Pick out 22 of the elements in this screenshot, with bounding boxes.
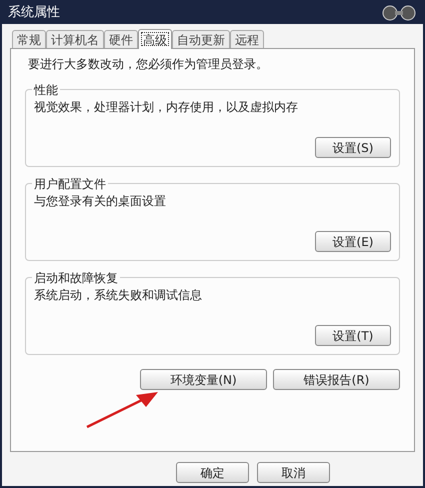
group-description: 系统启动，系统失败和调试信息 [34, 287, 203, 304]
group-title: 用户配置文件 [32, 175, 108, 193]
panel-button[interactable]: 错误报告(R) [273, 369, 400, 390]
tab[interactable]: 计算机名 [46, 30, 104, 48]
settings-button[interactable]: 设置(S) [315, 137, 391, 158]
settings-button[interactable]: 设置(E) [315, 231, 391, 252]
window-controls-icon[interactable] [381, 5, 417, 21]
group-description: 与您登录有关的桌面设置 [34, 193, 167, 210]
tab[interactable]: 高级 [138, 29, 172, 49]
dialog-button[interactable]: 取消 [257, 462, 330, 483]
dialog-button[interactable]: 确定 [176, 462, 249, 483]
admin-notice: 要进行大多数改动，您必须作为管理员登录。 [28, 56, 269, 73]
group-description: 视觉效果，处理器计划，内存使用，以及虚拟内存 [34, 99, 299, 116]
group-title: 性能 [32, 81, 60, 99]
tab[interactable]: 自动更新 [172, 30, 230, 48]
window-title: 系统属性 [8, 4, 60, 22]
panel-button[interactable]: 环境变量(N) [140, 369, 267, 390]
tab[interactable]: 远程 [230, 30, 264, 48]
settings-button[interactable]: 设置(T) [315, 325, 391, 346]
tab[interactable]: 常规 [12, 30, 46, 48]
group-title: 启动和故障恢复 [32, 269, 120, 287]
tab[interactable]: 硬件 [104, 30, 138, 48]
